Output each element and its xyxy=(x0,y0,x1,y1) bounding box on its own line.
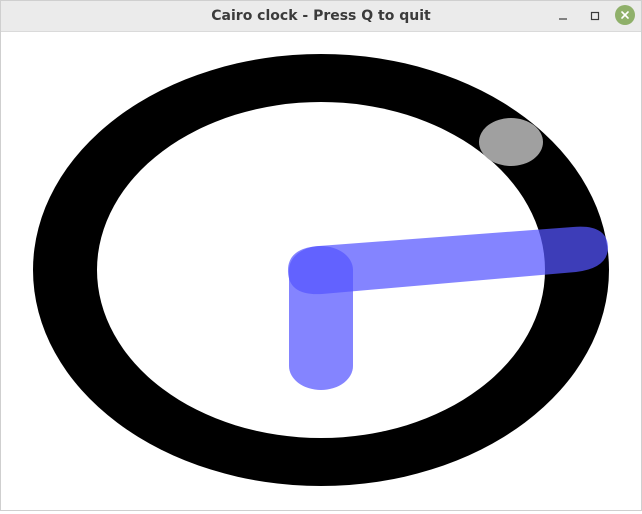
maximize-icon xyxy=(590,11,600,21)
window-title: Cairo clock - Press Q to quit xyxy=(211,8,431,24)
minimize-button[interactable] xyxy=(553,6,573,26)
clock-canvas xyxy=(1,32,641,510)
second-marker xyxy=(479,118,543,166)
close-button[interactable] xyxy=(615,5,635,25)
clock-drawing xyxy=(33,54,609,486)
title-bar[interactable]: Cairo clock - Press Q to quit xyxy=(1,1,641,32)
application-window: Cairo clock - Press Q to quit xyxy=(0,0,642,511)
close-icon xyxy=(620,10,630,20)
maximize-button[interactable] xyxy=(585,6,605,26)
minimize-icon xyxy=(558,11,568,21)
